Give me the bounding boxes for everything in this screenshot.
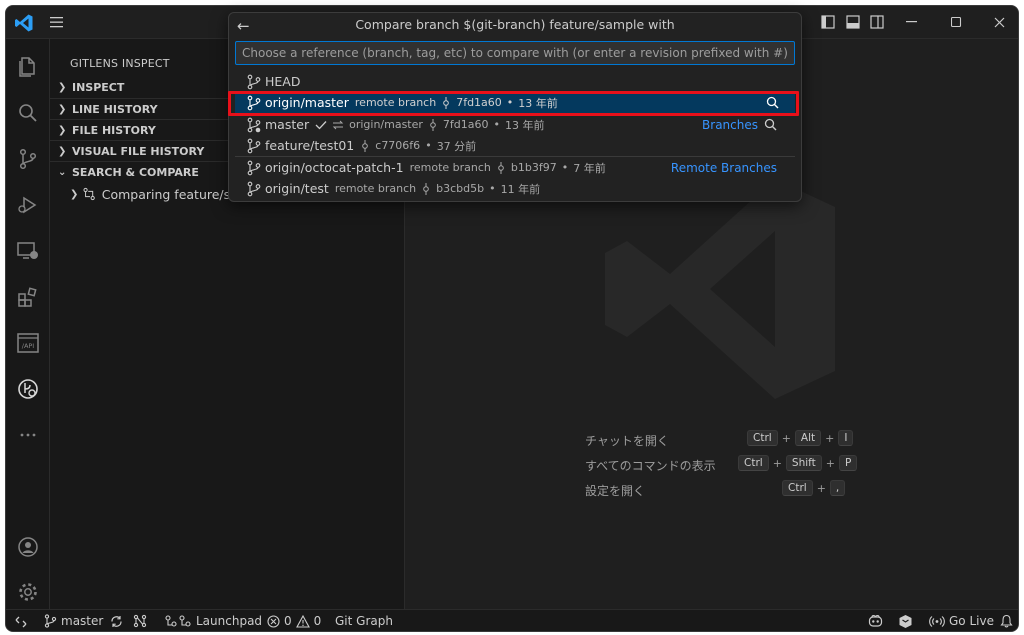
toggle-panel-icon[interactable] — [846, 15, 860, 29]
remote-explorer-icon[interactable] — [16, 239, 40, 263]
vscode-watermark-icon — [605, 179, 835, 399]
chevron-right-icon: ❯ — [70, 188, 79, 200]
quick-pick-item-origin-master[interactable]: origin/master remote branch 7fd1a60 • 13… — [235, 92, 795, 113]
compare-tree-item[interactable]: ❯ Comparing feature/sam — [70, 183, 250, 205]
problems-status-button[interactable]: 0 0 — [267, 614, 321, 628]
launchpad-icon — [165, 615, 191, 627]
group-label-remote-branches: Remote Branches — [670, 160, 777, 175]
remote-indicator-button[interactable] — [6, 610, 36, 631]
git-branch-icon — [247, 181, 261, 196]
gitlens-inspect-icon[interactable] — [16, 377, 40, 401]
git-branch-icon — [247, 138, 261, 153]
git-graph-status-button[interactable]: Git Graph — [335, 614, 393, 628]
broadcast-icon — [929, 615, 945, 627]
quick-pick-item-feature-test01[interactable]: feature/test01 c7706f6 • 37 分前 — [235, 135, 795, 156]
shortcut-open-chat-label: チャットを開く — [585, 434, 669, 448]
section-line-history[interactable]: ❯ LINE HISTORY — [58, 99, 158, 119]
explorer-icon[interactable] — [16, 55, 40, 79]
chevron-right-icon: ❯ — [58, 81, 67, 93]
vscode-logo-icon — [15, 14, 33, 32]
upstream-arrows-icon — [332, 120, 344, 129]
source-control-icon[interactable] — [16, 147, 40, 171]
chevron-right-icon: ❯ — [58, 124, 67, 136]
shortcut-show-commands-label: すべてのコマンドの表示 — [585, 459, 716, 473]
cube-icon — [899, 615, 912, 628]
compare-icon — [83, 187, 96, 201]
launchpad-status-button[interactable]: Launchpad — [164, 614, 262, 628]
status-bar: master Launchpad 0 0 Git Graph Go Live — [6, 609, 1018, 631]
quick-pick-title: Compare branch $(git-branch) feature/sam… — [355, 17, 675, 32]
git-graph-small-icon — [133, 614, 147, 628]
shortcut-show-commands-keys: Ctrl + Shift + P — [738, 455, 858, 471]
sync-icon[interactable] — [110, 615, 123, 628]
extension-status-button[interactable] — [898, 614, 913, 629]
quick-pick-item-master[interactable]: master origin/master 7fd1a60 • 13 年前 Bra… — [235, 114, 795, 135]
error-icon — [267, 614, 280, 628]
reference-search-input[interactable] — [235, 41, 795, 65]
sidebar-title: GITLENS INSPECT — [70, 57, 170, 70]
maximize-icon[interactable] — [951, 17, 962, 28]
gitlens-graph-status-button[interactable] — [133, 614, 147, 628]
shortcut-open-settings-keys: Ctrl +, — [782, 480, 846, 496]
quick-pick-item-origin-octocat-patch-1[interactable]: origin/octocat-patch-1 remote branch b1b… — [235, 157, 795, 178]
shortcut-open-chat-keys: Ctrl + Alt + I — [747, 430, 854, 446]
git-branch-icon — [247, 160, 261, 175]
copilot-status-button[interactable] — [868, 614, 883, 628]
section-inspect[interactable]: ❯ INSPECT — [58, 77, 124, 97]
settings-gear-icon[interactable] — [16, 580, 40, 604]
commit-icon — [498, 161, 504, 174]
minimize-icon[interactable] — [906, 21, 918, 23]
search-icon[interactable] — [16, 101, 40, 125]
section-file-history[interactable]: ❯ FILE HISTORY — [58, 120, 156, 140]
git-branch-icon — [247, 95, 261, 110]
section-visual-file-history[interactable]: ❯ VISUAL FILE HISTORY — [58, 141, 204, 161]
activity-bar: /API — [6, 39, 50, 609]
chevron-down-icon: ⌄ — [58, 166, 67, 178]
notifications-button[interactable] — [1000, 614, 1013, 628]
menu-icon[interactable] — [50, 16, 64, 28]
svg-text:/API: /API — [22, 342, 35, 350]
section-search-compare[interactable]: ⌄ SEARCH & COMPARE — [58, 162, 199, 182]
group-label-branches: Branches — [702, 117, 758, 132]
quick-pick-item-head[interactable]: HEAD — [235, 71, 795, 92]
run-debug-icon[interactable] — [16, 193, 40, 217]
quick-pick: Compare branch $(git-branch) feature/sam… — [228, 12, 802, 202]
shortcut-open-settings-label: 設定を開く — [585, 484, 646, 498]
quick-pick-item-origin-test[interactable]: origin/test remote branch b3cbd5b • 11 年… — [235, 178, 795, 199]
copilot-icon — [868, 614, 883, 627]
chevron-right-icon: ❯ — [58, 103, 67, 115]
commit-icon — [362, 139, 369, 152]
warning-icon — [295, 614, 310, 628]
chevron-right-icon: ❯ — [58, 145, 67, 157]
extensions-icon[interactable] — [16, 285, 40, 309]
search-icon[interactable] — [766, 96, 779, 109]
git-branch-current-icon — [247, 117, 261, 132]
bell-icon — [1000, 614, 1013, 628]
checkmark-icon — [315, 120, 327, 129]
more-icon[interactable] — [16, 423, 40, 447]
api-icon[interactable]: /API — [16, 331, 40, 355]
search-icon[interactable] — [764, 118, 777, 131]
commit-icon — [430, 118, 436, 131]
commit-icon — [443, 96, 450, 109]
toggle-secondary-sidebar-icon[interactable] — [870, 15, 884, 29]
commit-icon — [423, 182, 429, 195]
git-branch-icon — [44, 614, 57, 628]
branch-status-button[interactable]: master — [44, 614, 123, 628]
accounts-icon[interactable] — [16, 535, 40, 559]
back-arrow-icon[interactable]: ← — [237, 17, 250, 35]
go-live-button[interactable]: Go Live — [929, 614, 994, 628]
remote-icon — [15, 616, 27, 628]
git-branch-icon — [247, 74, 261, 89]
close-icon[interactable] — [994, 17, 1005, 28]
toggle-primary-sidebar-icon[interactable] — [821, 15, 835, 29]
